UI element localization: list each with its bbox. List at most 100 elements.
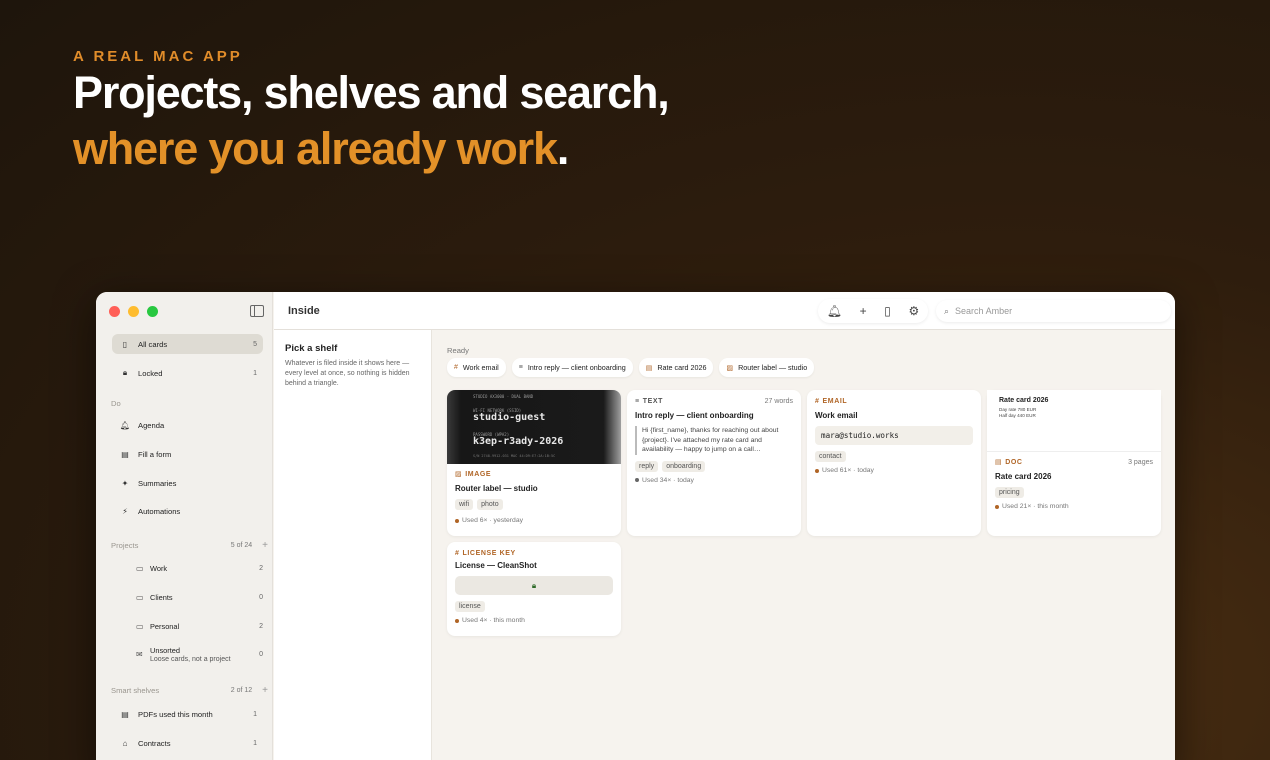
tag[interactable]: pricing — [995, 487, 1024, 498]
search-input[interactable]: ⌕ Search Amber — [936, 300, 1171, 322]
section-count: 5 of 24 — [230, 542, 253, 549]
toolbar-actions: 🔔︎ + ▯ ⚙︎ — [818, 299, 928, 323]
chip-label: Intro reply — client onboarding — [527, 363, 626, 372]
card-kind-label: DOC — [1005, 458, 1023, 466]
shelf-panel: Pick a shelf Whatever is filed inside it… — [274, 330, 432, 760]
search-icon: ⌕ — [944, 305, 950, 316]
gear-icon[interactable]: ⚙︎ — [908, 304, 919, 318]
tag[interactable]: photo — [477, 499, 503, 510]
usage-text: Used 61× · today — [822, 467, 874, 474]
project-label: Unsorted — [150, 646, 180, 655]
shelf-panel-title: Pick a shelf — [285, 343, 338, 354]
chip-rate-card[interactable]: ▤ Rate card 2026 — [638, 358, 714, 377]
card-tags: license — [455, 601, 613, 612]
sidebar-item-label: Locked — [138, 368, 163, 378]
clipboard-icon: ▯ — [122, 339, 128, 349]
sidebar-item-count: 1 — [253, 369, 257, 377]
card-intro-reply[interactable]: ≡ TEXT 27 words Intro reply — client onboa… — [627, 390, 801, 536]
sidebar: ▯ All cards 5 🔒︎ Locked 1 Do 🔔︎ Agenda ▤… — [96, 292, 273, 760]
project-count: 2 — [259, 623, 263, 630]
shelf-label: Contracts — [138, 738, 171, 748]
text-icon: ≡ — [518, 364, 523, 371]
doc-preview-line: Half day 440 EUR — [999, 413, 1036, 418]
tag[interactable]: license — [455, 601, 485, 612]
card-kind: # EMAIL — [815, 398, 973, 405]
card-tags: contact — [815, 451, 973, 462]
sidebar-item-label: Fill a form — [138, 449, 172, 459]
card-rate-card[interactable]: Rate card 2026 Day rate 780 EUR Half day… — [987, 390, 1161, 536]
card-work-email[interactable]: # EMAIL Work email mara@studio.works cont… — [807, 390, 981, 536]
sidebar-item-label: Automations — [138, 506, 181, 516]
shelf-count: 1 — [253, 739, 257, 747]
locked-value[interactable]: 🔒︎ — [455, 576, 613, 595]
chip-router-label[interactable]: ▨ Router label — studio — [719, 358, 815, 377]
card-title: Intro reply — client onboarding — [635, 411, 754, 420]
section-projects: Projects 5 of 24 + — [111, 540, 268, 551]
minimize-window-button[interactable] — [128, 306, 139, 317]
sparkle-icon: ✦ — [121, 478, 129, 488]
sidebar-item-agenda[interactable]: 🔔︎ Agenda — [112, 415, 263, 435]
email-value[interactable]: mara@studio.works — [815, 426, 973, 445]
book-icon[interactable]: ▯ — [884, 304, 891, 318]
headline-period: . — [556, 123, 570, 174]
image-icon: ▨ — [455, 471, 463, 478]
section-count: 2 of 12 — [230, 687, 253, 694]
close-window-button[interactable] — [109, 306, 120, 317]
sidebar-toggle-icon[interactable] — [250, 305, 264, 317]
shelf-item-contracts[interactable]: ⌂ Contracts 1 — [112, 733, 263, 753]
add-shelf-button[interactable]: + — [262, 685, 268, 696]
sidebar-item-all-cards[interactable]: ▯ All cards 5 — [112, 334, 263, 354]
chip-label: Rate card 2026 — [657, 363, 707, 372]
project-item-clients[interactable]: ▭ Clients 0 — [136, 593, 263, 602]
add-project-button[interactable]: + — [262, 540, 268, 551]
tag[interactable]: reply — [635, 460, 659, 472]
sidebar-item-label: Summaries — [138, 478, 177, 488]
usage-dot — [455, 618, 459, 623]
card-kind-label: EMAIL — [822, 398, 848, 405]
sidebar-item-label: All cards — [138, 339, 168, 349]
hash-icon: # — [455, 550, 460, 557]
headline-line-2: where you already work. — [73, 121, 669, 177]
shelf-panel-description: Whatever is filed inside it shows here —… — [285, 360, 410, 387]
project-item-unsorted[interactable]: ✉︎ Unsorted Loose cards, not a project 0 — [136, 646, 263, 663]
project-count: 0 — [259, 651, 263, 658]
lock-icon: 🔒︎ — [122, 368, 128, 377]
tag[interactable]: contact — [815, 451, 846, 462]
status-text: Ready — [447, 346, 469, 355]
folder-icon: ▭ — [136, 622, 144, 631]
chip-intro-reply[interactable]: ≡ Intro reply — client onboarding — [511, 358, 633, 377]
project-label-group: Unsorted Loose cards, not a project — [150, 646, 231, 663]
project-item-work[interactable]: ▭ Work 2 — [136, 564, 263, 573]
card-usage: Used 34× · today — [635, 477, 793, 484]
section-heading: Do — [111, 399, 121, 408]
tag[interactable]: wifi — [455, 499, 474, 510]
card-license-key[interactable]: # LICENSE KEY License — CleanShot 🔒︎ lice… — [447, 542, 621, 636]
text-icon: ≡ — [635, 398, 640, 405]
card-usage: Used 4× · this month — [455, 617, 613, 624]
project-count: 2 — [259, 565, 263, 572]
usage-dot — [455, 518, 459, 523]
chip-work-email[interactable]: # Work email — [447, 358, 506, 377]
eyebrow: A REAL MAC APP — [73, 48, 243, 65]
sidebar-item-automations[interactable]: ⚡︎ Automations — [112, 501, 263, 521]
tag[interactable]: onboarding — [662, 460, 706, 472]
image-icon: ▨ — [726, 364, 734, 372]
sidebar-item-summaries[interactable]: ✦ Summaries — [112, 473, 263, 493]
plus-icon[interactable]: + — [860, 304, 867, 318]
card-kind-label: IMAGE — [465, 470, 492, 478]
project-sublabel: Loose cards, not a project — [150, 656, 231, 663]
card-extra: 27 words — [764, 398, 793, 405]
usage-dot — [635, 478, 639, 482]
sidebar-item-locked[interactable]: 🔒︎ Locked 1 — [112, 363, 263, 383]
zoom-window-button[interactable] — [147, 306, 158, 317]
lock-icon: 🔒︎ — [531, 580, 537, 590]
toolbar: Inside 🔔︎ + ▯ ⚙︎ ⌕ Search Amber — [274, 292, 1175, 330]
bell-icon[interactable]: 🔔︎ — [827, 304, 842, 318]
hero: A REAL MAC APP Projects, shelves and sea… — [73, 48, 670, 177]
toolbar-title: Inside — [288, 305, 320, 317]
card-router-label[interactable]: STUDIO AX3000 · DUAL BAND WI-FI NETWORK … — [447, 390, 621, 536]
project-item-personal[interactable]: ▭ Personal 2 — [136, 622, 263, 631]
shelf-item-pdfs[interactable]: ▤ PDFs used this month 1 — [112, 704, 263, 724]
section-heading: Smart shelves — [111, 686, 160, 695]
sidebar-item-fill-form[interactable]: ▤ Fill a form — [112, 444, 263, 464]
